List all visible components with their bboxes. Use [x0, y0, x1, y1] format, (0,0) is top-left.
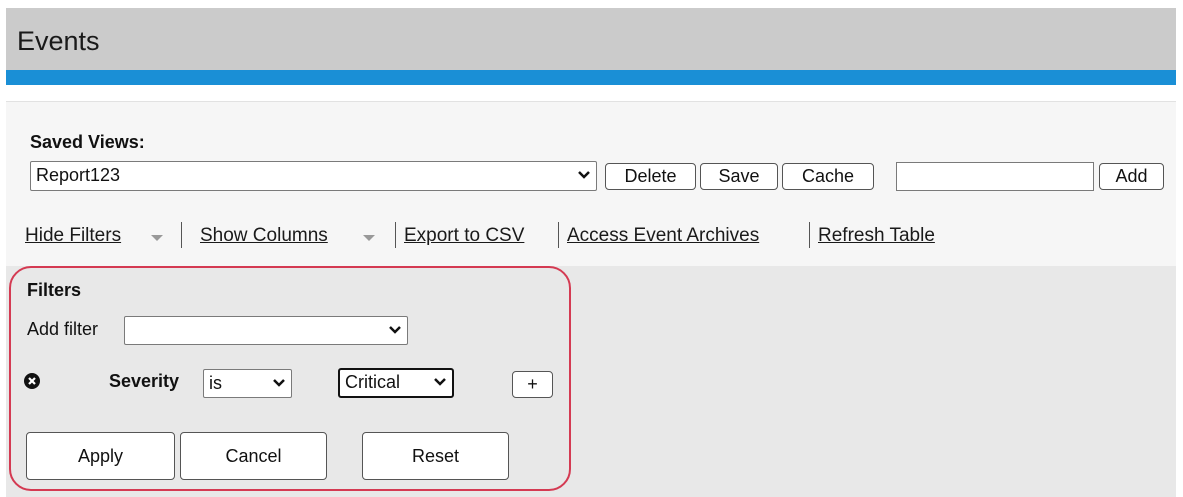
filter-value-select[interactable]: Critical — [338, 368, 454, 398]
separator — [181, 222, 182, 248]
saved-views-label: Saved Views: — [30, 132, 145, 152]
filter-operator-value: is — [209, 373, 222, 393]
cache-view-button[interactable]: Cache — [782, 163, 874, 190]
delete-view-label: Delete — [624, 166, 677, 186]
export-csv-link[interactable]: Export to CSV — [404, 225, 524, 247]
add-filter-select[interactable] — [124, 316, 408, 345]
caret-down-icon[interactable] — [151, 235, 163, 241]
add-view-label: Add — [1115, 166, 1148, 186]
chevron-down-icon — [578, 171, 590, 179]
page-title: Events — [17, 26, 100, 56]
show-columns-link[interactable]: Show Columns — [200, 225, 328, 247]
save-view-button[interactable]: Save — [700, 163, 778, 190]
hide-filters-link[interactable]: Hide Filters — [25, 225, 121, 247]
access-archives-link[interactable]: Access Event Archives — [567, 225, 759, 247]
filters-title: Filters — [27, 280, 82, 300]
reset-label: Reset — [411, 446, 460, 466]
chevron-down-icon — [273, 379, 285, 387]
saved-views-select[interactable]: Report123 — [30, 161, 597, 191]
saved-views-value: Report123 — [36, 165, 121, 185]
caret-down-icon[interactable] — [363, 235, 375, 241]
add-filter-row-button[interactable]: + — [512, 371, 553, 398]
filter-value-value: Critical — [345, 372, 401, 392]
apply-button[interactable]: Apply — [26, 432, 175, 480]
chevron-down-icon — [434, 378, 446, 386]
cache-view-label: Cache — [801, 166, 855, 186]
new-view-name-input[interactable] — [896, 162, 1094, 191]
separator — [558, 222, 559, 248]
separator — [395, 222, 396, 248]
refresh-table-link[interactable]: Refresh Table — [818, 225, 935, 247]
add-filter-row-label: + — [527, 374, 538, 394]
filter-field-label: Severity — [109, 371, 180, 391]
reset-button[interactable]: Reset — [362, 432, 509, 480]
chevron-down-icon — [389, 326, 401, 334]
add-filter-label: Add filter — [27, 319, 99, 339]
page-header: Events — [6, 8, 1176, 70]
apply-label: Apply — [77, 446, 124, 466]
cancel-label: Cancel — [225, 446, 282, 466]
separator — [809, 222, 810, 248]
cancel-button[interactable]: Cancel — [180, 432, 327, 480]
add-view-button[interactable]: Add — [1099, 163, 1164, 190]
close-circle-icon[interactable] — [24, 373, 40, 389]
delete-view-button[interactable]: Delete — [605, 163, 696, 190]
accent-bar — [6, 70, 1176, 85]
save-view-label: Save — [718, 166, 760, 186]
filter-operator-select[interactable]: is — [203, 369, 292, 398]
header-spacer — [6, 85, 1176, 101]
action-links-bar: Hide Filters Show Columns Export to CSV … — [6, 210, 1176, 266]
